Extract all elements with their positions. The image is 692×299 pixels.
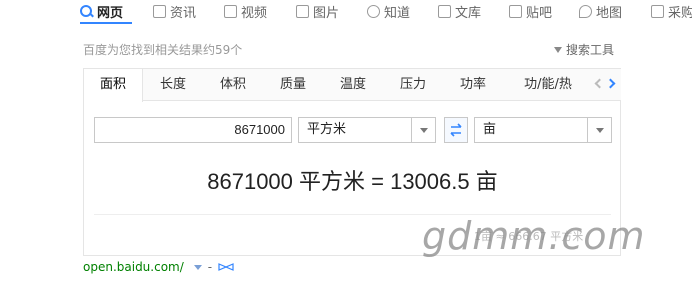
source-separator: - [207,260,213,274]
converter-tab-volume[interactable]: 体积 [203,69,263,101]
chevron-right-icon[interactable] [605,78,616,89]
chevron-down-icon[interactable] [193,264,202,270]
question-icon [367,4,380,18]
nav-tab-map[interactable]: 地图 [579,2,623,21]
map-pin-icon [579,4,592,18]
nav-tab-web[interactable]: 网页 [80,2,124,21]
tieba-icon [509,4,522,18]
nav-tab-video-label: 视频 [241,5,268,21]
image-icon [296,4,309,18]
converter-tab-mass[interactable]: 质量 [263,69,323,101]
search-vertical-nav: 网页 资讯 视频 图片 知道 文库 贴吧 地图 采购 [0,0,692,24]
nav-tab-images[interactable]: 图片 [296,2,340,21]
chevron-left-icon[interactable] [594,78,605,89]
swap-units-button[interactable] [444,117,468,143]
nav-tab-web-label: 网页 [97,5,124,21]
converter-tab-area[interactable]: 面积 [84,69,143,103]
site-watermark: gdmm.com [422,214,646,258]
nav-tab-tieba-label: 贴吧 [526,5,553,21]
swap-arrows-icon [450,123,462,137]
to-unit-select[interactable]: 亩 [474,117,612,143]
conversion-result: 8671000 平方米 = 13006.5 亩 [207,169,498,194]
chevron-down-icon [411,118,435,142]
chevron-down-icon [587,118,611,142]
document-icon [438,4,451,18]
search-icon [80,4,93,18]
result-count: 百度为您找到相关结果约59个 [83,43,243,57]
search-tools-label: 搜索工具 [566,43,615,57]
nav-tab-zhidao-label: 知道 [384,5,411,21]
converter-tab-pressure[interactable]: 压力 [383,69,443,101]
nav-tab-wenku-label: 文库 [455,5,482,21]
nav-tab-video[interactable]: 视频 [224,2,268,21]
filter-icon [554,46,562,53]
search-tools-button[interactable]: 搜索工具 [554,41,614,58]
nav-tab-zhidao[interactable]: 知道 [367,2,411,21]
nav-tab-purchase[interactable]: 采购 [651,2,692,21]
result-source: open.baidu.com/ - [83,260,234,274]
tab-scroll-arrows [594,77,620,93]
converter-tab-length[interactable]: 长度 [143,69,203,101]
shopping-bag-icon [651,4,664,18]
nav-tab-map-label: 地图 [596,5,623,21]
from-unit-value: 平方米 [307,122,347,137]
source-url[interactable]: open.baidu.com/ [83,260,184,274]
nav-tab-news[interactable]: 资讯 [153,2,197,21]
video-icon [224,4,237,18]
converter-tab-power[interactable]: 功率 [443,69,503,101]
nav-tab-purchase-label: 采购 [668,5,692,21]
nav-tab-images-label: 图片 [313,5,340,21]
nav-tab-tieba[interactable]: 贴吧 [509,2,553,21]
nav-tab-wenku[interactable]: 文库 [438,2,482,21]
converter-tab-work-energy-heat[interactable]: 功/能/热 [508,69,588,101]
active-tab-underline [80,22,132,24]
from-unit-select[interactable]: 平方米 [298,117,436,143]
news-icon [153,4,166,18]
to-unit-value: 亩 [483,122,497,137]
bowtie-icon [218,263,234,271]
converter-tab-bar: 面积 长度 体积 质量 温度 压力 功率 功/能/热 [84,68,621,103]
converter-tab-temperature[interactable]: 温度 [323,69,383,101]
nav-tab-news-label: 资讯 [170,5,197,21]
value-input[interactable]: 8671000 [94,117,292,143]
